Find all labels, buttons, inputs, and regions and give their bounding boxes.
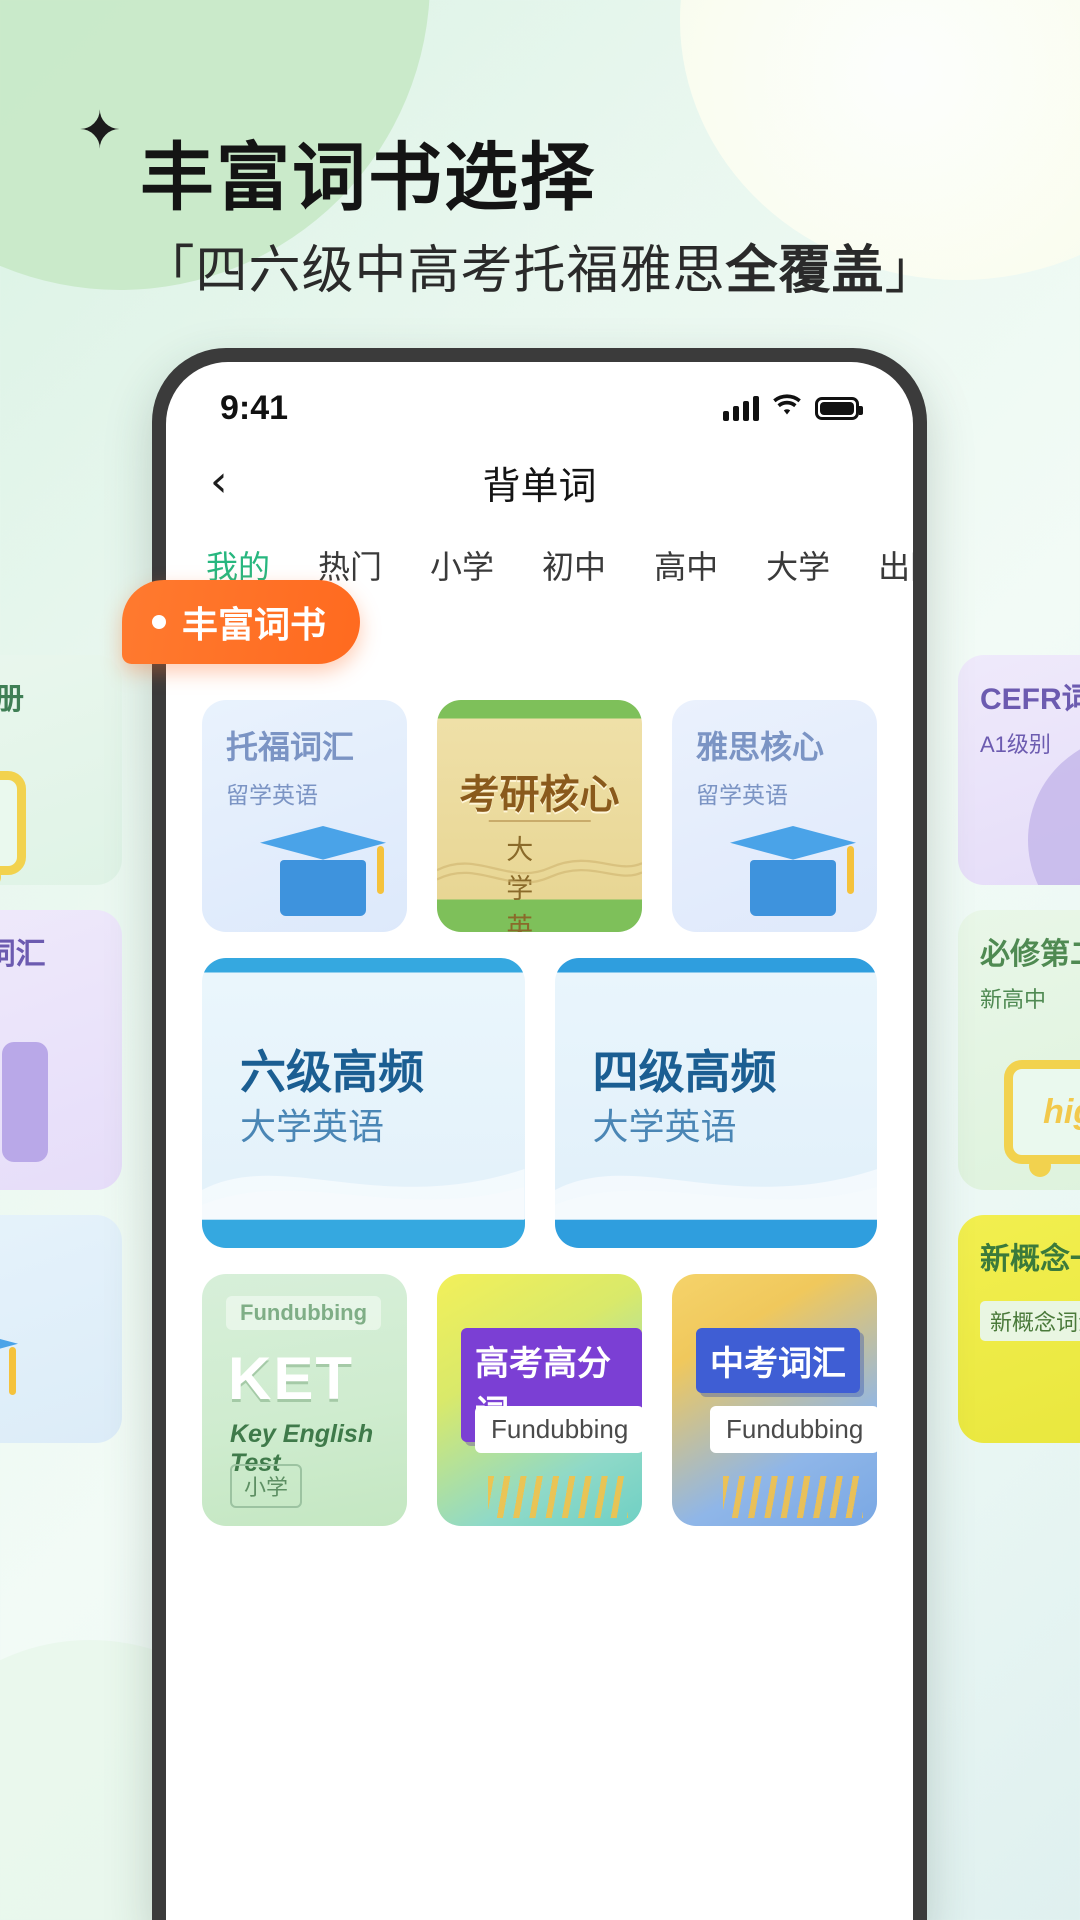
book-row-3: Fundubbing KET Key English Test 小学 高考高分词… — [202, 1274, 877, 1526]
dot-icon — [152, 615, 166, 629]
graduation-cap-icon — [0, 1327, 22, 1419]
decorative-stripes — [723, 1476, 863, 1518]
hero-subtitle-bold: 全覆盖 — [725, 242, 885, 300]
peek-card-subtitle: A1级别 — [980, 732, 1051, 757]
book-card-cet4[interactable]: 四级高频 大学英语 — [554, 958, 877, 1248]
blackboard-icon: high — [0, 771, 26, 885]
hero-subtitle: 「四六级中高考托福雅思全覆盖」 — [0, 228, 1080, 303]
status-icons — [723, 393, 863, 423]
sparkle-icon: ✦ — [78, 102, 122, 160]
status-bar: 9:41 — [166, 362, 913, 436]
page-title: 丰富词书选择 — [140, 136, 596, 219]
book-card-subtitle: 留学英语 — [696, 782, 788, 808]
peek-card-title: 修第二册 — [0, 683, 24, 716]
peek-card-jixueren[interactable]: 齐学人 学人词汇 — [0, 1215, 122, 1443]
peek-card-subtitle: 新概念词汇 — [980, 1301, 1080, 1341]
peek-card-xingainian[interactable]: 新概念一 新概念词汇 — [958, 1215, 1080, 1443]
blackboard-label: high — [1043, 1092, 1080, 1131]
bar-chart-icon — [0, 1042, 48, 1162]
book-grid: 托福词汇 留学英语 考研核心 大 学 英 语 雅思核心 留学英 — [166, 604, 913, 1526]
tab-university[interactable]: 大学 — [766, 542, 830, 604]
book-card-title: 雅思核心 — [696, 729, 825, 765]
book-row-1: 托福词汇 留学英语 考研核心 大 学 英 语 雅思核心 留学英 — [202, 700, 877, 932]
book-card-title: 四级高频 — [592, 1046, 777, 1098]
tab-junior[interactable]: 初中 — [542, 542, 606, 604]
decorative-wave — [202, 1169, 525, 1220]
peek-card-title: 必修第二册 — [980, 938, 1080, 971]
tab-primary[interactable]: 小学 — [430, 542, 494, 604]
status-time: 9:41 — [220, 388, 289, 427]
blackboard-icon: high — [1004, 1060, 1080, 1177]
book-card-title: 考研核心 — [459, 773, 620, 817]
peek-card-bixiu2-right[interactable]: 必修第二册 新高中 high — [958, 910, 1080, 1190]
book-card-title: 中考词汇 — [696, 1328, 860, 1393]
peek-card-title: CEFR词汇 — [980, 683, 1080, 716]
book-card-tag: 小学 — [230, 1464, 303, 1508]
peek-card-title: 新概念一 — [980, 1243, 1080, 1276]
tab-abroad[interactable]: 出国 — [878, 542, 913, 604]
signal-bars-icon — [723, 395, 759, 421]
book-card-subtitle: 留学英语 — [226, 782, 318, 808]
book-card-title: 托福词汇 — [226, 729, 355, 765]
book-row-2: 六级高频 大学英语 四级高频 大学英语 — [202, 958, 877, 1248]
graduation-cap-icon — [730, 826, 860, 918]
status-badge: 丰富词书 — [122, 580, 361, 664]
decorative-wave — [554, 1169, 877, 1220]
book-card-title: KET — [228, 1345, 354, 1412]
book-card-ielts[interactable]: 雅思核心 留学英语 — [672, 700, 877, 932]
peek-card-title: CEFR词汇 — [0, 938, 46, 971]
book-card-brand: Fundubbing — [226, 1296, 382, 1330]
decorative-wave — [437, 859, 642, 884]
book-card-toefl[interactable]: 托福词汇 留学英语 — [202, 700, 407, 932]
book-card-cet6[interactable]: 六级高频 大学英语 — [202, 958, 525, 1248]
decorative-stripes — [488, 1476, 628, 1518]
app-navbar: ‹ 背单词 — [166, 436, 913, 528]
book-card-kaoyan[interactable]: 考研核心 大 学 英 语 — [437, 700, 642, 932]
book-card-title: 六级高频 — [240, 1046, 424, 1098]
book-card-ket[interactable]: Fundubbing KET Key English Test 小学 — [202, 1274, 407, 1526]
peek-card-bixiu2[interactable]: 修第二册 中 high — [0, 655, 122, 885]
wifi-icon — [771, 393, 803, 423]
battery-full-icon — [815, 396, 863, 420]
tab-senior[interactable]: 高中 — [654, 542, 718, 604]
status-badge-label: 丰富词书 — [182, 604, 327, 645]
peek-card-cefr[interactable]: CEFR词汇 A1级别 — [0, 910, 122, 1190]
hero-subtitle-prefix: 「四六级中高考托福雅思 — [142, 242, 726, 300]
peek-card-cefr-right[interactable]: CEFR词汇 A1级别 — [958, 655, 1080, 885]
peek-card-subtitle: 新高中 — [980, 987, 1047, 1012]
book-card-gaokao[interactable]: 高考高分词 Fundubbing — [437, 1274, 642, 1526]
book-card-tag: Fundubbing — [475, 1406, 642, 1453]
hero-subtitle-suffix: 」 — [884, 242, 938, 300]
book-card-tag: Fundubbing — [710, 1406, 877, 1453]
navbar-title: 背单词 — [482, 465, 597, 508]
graduation-cap-icon — [260, 826, 390, 918]
book-card-zhongkao[interactable]: 中考词汇 Fundubbing — [672, 1274, 877, 1526]
